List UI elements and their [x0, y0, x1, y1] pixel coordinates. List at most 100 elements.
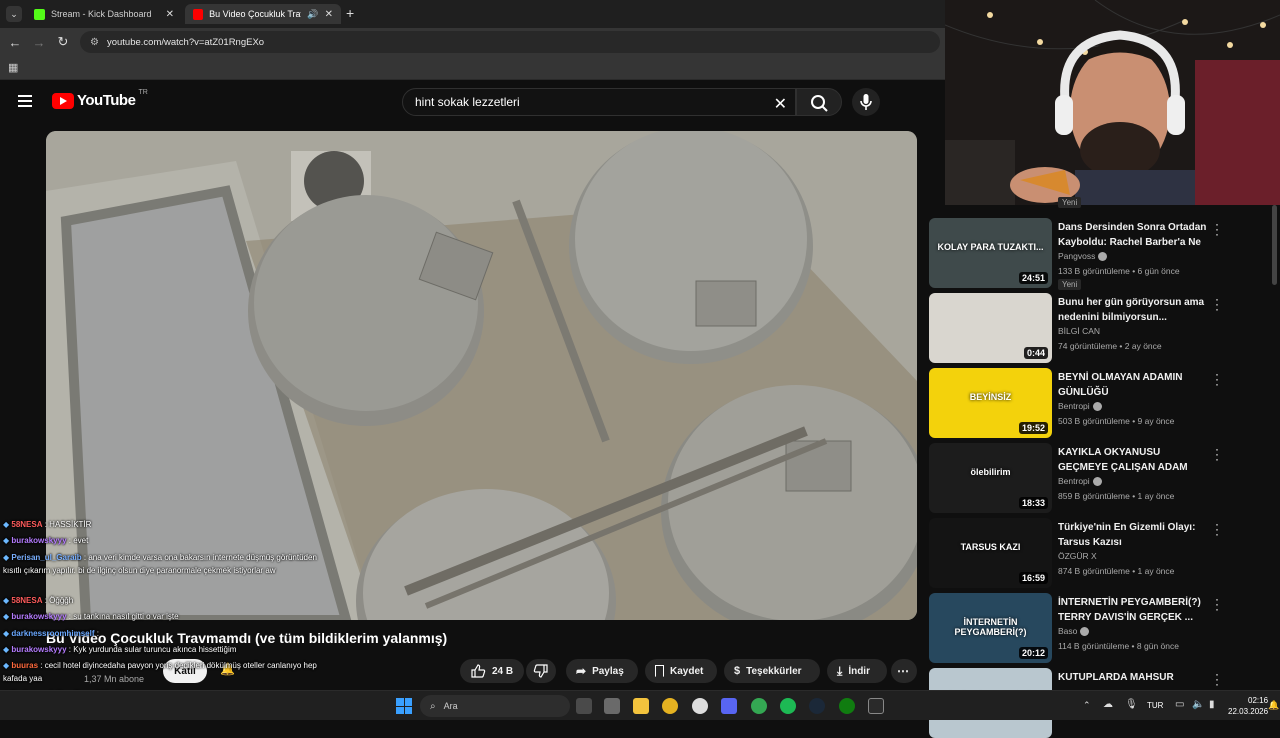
forward-arrow-icon[interactable]: →	[27, 35, 51, 50]
file-explorer-icon[interactable]	[633, 698, 649, 714]
recommended-channel[interactable]: BİLGİ CAN	[1058, 326, 1100, 336]
voice-search-button[interactable]	[852, 88, 880, 116]
chat-username[interactable]: 58NESA	[11, 596, 42, 605]
recommended-video-title[interactable]: İNTERNETİN PEYGAMBERİ(?) TERRY DAVIS'İN …	[1058, 595, 1208, 625]
tray-microphone-icon[interactable]: 🎙	[1125, 699, 1138, 710]
recommended-channel[interactable]: Pangvoss	[1058, 251, 1108, 261]
windows-start-icon[interactable]	[396, 698, 412, 714]
youtube-logo[interactable]: YouTube TR	[52, 89, 148, 109]
xbox-icon[interactable]	[839, 698, 855, 714]
widgets-icon[interactable]	[604, 698, 620, 714]
task-view-icon[interactable]	[576, 698, 592, 714]
share-arrow-icon: ➦	[576, 664, 587, 678]
tab-list-dropdown-icon[interactable]: ⌄	[6, 6, 22, 22]
recommended-video[interactable]: İNTERNETİN PEYGAMBERİ(?) 20:12 İNTERNETİN …	[929, 589, 1270, 663]
input-language[interactable]: TUR	[1147, 701, 1163, 710]
recommended-channel[interactable]: Bentropi	[1058, 476, 1102, 486]
tab-kick-dashboard[interactable]: Stream - Kick Dashboard ✕	[26, 4, 182, 24]
like-button[interactable]: 24 B	[460, 659, 524, 683]
more-vertical-icon[interactable]: · · ·	[1212, 443, 1222, 465]
close-tab-icon[interactable]: ✕	[325, 9, 333, 20]
chat-message: ◆ 58NESA : HASSİKTİR	[3, 518, 333, 531]
speaker-icon[interactable]: 🔊	[307, 9, 318, 20]
recommended-channel[interactable]: Bentropi	[1058, 401, 1102, 411]
taskbar-search[interactable]: ⌕ Ara	[420, 695, 570, 717]
video-thumbnail[interactable]: İNTERNETİN PEYGAMBERİ(?) 20:12	[929, 593, 1052, 663]
thanks-button[interactable]: $ Teşekkürler	[724, 659, 820, 683]
tab-youtube-video[interactable]: Bu Video Çocukluk Travmam 🔊 ✕	[185, 4, 341, 24]
tray-chevron-icon[interactable]: ⌃	[1083, 700, 1091, 711]
video-thumbnail[interactable]: KOLAY PARA TUZAKTI... 24:51	[929, 218, 1052, 288]
spotify-icon[interactable]	[780, 698, 796, 714]
more-vertical-icon[interactable]: · · ·	[1212, 218, 1222, 240]
streamer-webcam-overlay	[945, 0, 1280, 205]
recommended-channel[interactable]: ÖZGÜR X	[1058, 551, 1097, 561]
chat-text: : cecil hotel diyincedaha pavyon yoriş d…	[3, 661, 317, 683]
close-tab-icon[interactable]: ✕	[166, 9, 174, 20]
sidebar-scrollbar[interactable]	[1272, 205, 1277, 285]
video-duration: 18:33	[1018, 497, 1048, 509]
network-icon[interactable]: ▭	[1175, 699, 1184, 710]
recommended-video-title[interactable]: Bunu her gün görüyorsun ama nedenini bil…	[1058, 295, 1208, 325]
new-tab-button[interactable]: +	[346, 5, 354, 21]
battery-icon[interactable]: ▮	[1209, 699, 1215, 710]
recommended-video[interactable]: 0:44 Bunu her gün görüyorsun ama nedenini…	[929, 289, 1270, 363]
system-clock[interactable]: 02:16 22.03.2026	[1228, 695, 1268, 717]
recommended-video[interactable]: ölebilirim 18:33 KAYIKLA OKYANUSU GEÇMEYE …	[929, 439, 1270, 513]
recommendations-sidebar: Yeni KOLAY PARA TUZAKTI... 24:51 Dans Ders…	[929, 197, 1270, 738]
dislike-button[interactable]	[526, 659, 556, 683]
github-icon[interactable]	[692, 698, 708, 714]
reload-icon[interactable]: ↻	[51, 34, 75, 50]
recommended-video[interactable]: KOLAY PARA TUZAKTI... 24:51 Dans Dersinden…	[929, 214, 1270, 290]
video-thumbnail[interactable]: 0:44	[929, 293, 1052, 363]
super-thanks-icon: $	[734, 665, 741, 677]
more-vertical-icon[interactable]: · · ·	[1212, 518, 1222, 540]
recommended-video-title[interactable]: Dans Dersinden Sonra Ortadan Kayboldu: R…	[1058, 220, 1208, 250]
chrome-icon[interactable]	[662, 698, 678, 714]
address-bar[interactable]: ⚙ youtube.com/watch?v=atZ01RngEXo	[80, 31, 940, 53]
save-button[interactable]: Kaydet	[645, 659, 717, 683]
video-thumbnail[interactable]: BEYİNSİZ 19:52	[929, 368, 1052, 438]
recommended-channel[interactable]: Baso	[1058, 626, 1090, 636]
recommended-video[interactable]: BEYİNSİZ 19:52 BEYNİ OLMAYAN ADAMIN GÜNLÜĞ…	[929, 364, 1270, 438]
view-count-age: 133 B görüntüleme • 6 gün önce	[1058, 266, 1180, 276]
more-actions-button[interactable]: ⋯	[891, 659, 917, 683]
recommended-video[interactable]: TARSUS KAZI 16:59 Türkiye'nin En Gizemli O…	[929, 514, 1270, 588]
chat-username[interactable]: 58NESA	[11, 520, 42, 529]
chat-username[interactable]: burakowskyyy	[11, 645, 66, 654]
more-vertical-icon[interactable]: · · ·	[1212, 668, 1222, 690]
back-arrow-icon[interactable]: ←	[3, 35, 27, 50]
chat-username[interactable]: darknessroomhimself	[11, 629, 94, 638]
volume-icon[interactable]: 🔈	[1192, 699, 1204, 710]
chat-username[interactable]: buuras	[11, 661, 38, 670]
more-vertical-icon[interactable]: · · ·	[1212, 593, 1222, 615]
epic-games-icon[interactable]	[868, 698, 884, 714]
hamburger-menu-icon[interactable]	[18, 95, 32, 107]
apps-grid-icon[interactable]: ▦	[8, 61, 18, 74]
discord-icon[interactable]	[721, 698, 737, 714]
chat-username[interactable]: Perisan_ul_Garaib	[11, 553, 81, 562]
search-button[interactable]	[796, 88, 842, 116]
search-input[interactable]: hint sokak lezzetleri ✕	[402, 88, 796, 116]
chat-username[interactable]: burakowskyyy	[11, 536, 66, 545]
kick-favicon-icon	[34, 8, 45, 20]
onedrive-icon[interactable]: ☁	[1103, 699, 1113, 710]
chrome-active-icon[interactable]	[751, 698, 767, 714]
steam-icon[interactable]	[809, 698, 825, 714]
recommended-video-title[interactable]: Türkiye'nin En Gizemli Olayı: Tarsus Kaz…	[1058, 520, 1208, 550]
recommended-video-title[interactable]: KAYIKLA OKYANUSU GEÇMEYE ÇALIŞAN ADAM	[1058, 445, 1208, 475]
recommended-video-title[interactable]: KUTUPLARDA MAHSUR	[1058, 670, 1208, 685]
more-vertical-icon[interactable]: · · ·	[1212, 368, 1222, 390]
notifications-bell-icon[interactable]: 🔔	[1268, 700, 1279, 711]
video-thumbnail[interactable]: TARSUS KAZI 16:59	[929, 518, 1052, 588]
site-info-icon[interactable]: ⚙	[90, 37, 99, 48]
verified-check-icon	[1080, 626, 1090, 636]
recommended-video-title[interactable]: BEYNİ OLMAYAN ADAMIN GÜNLÜĞÜ	[1058, 370, 1208, 400]
video-thumbnail[interactable]: ölebilirim 18:33	[929, 443, 1052, 513]
more-vertical-icon[interactable]: · · ·	[1212, 293, 1222, 315]
chat-username[interactable]: burakowskyyy	[11, 612, 66, 621]
clear-search-icon[interactable]: ✕	[774, 94, 787, 114]
download-button[interactable]: ⤓ İndir	[827, 659, 887, 683]
bookmark-icon	[655, 665, 664, 677]
share-button[interactable]: ➦ Paylaş	[566, 659, 638, 683]
